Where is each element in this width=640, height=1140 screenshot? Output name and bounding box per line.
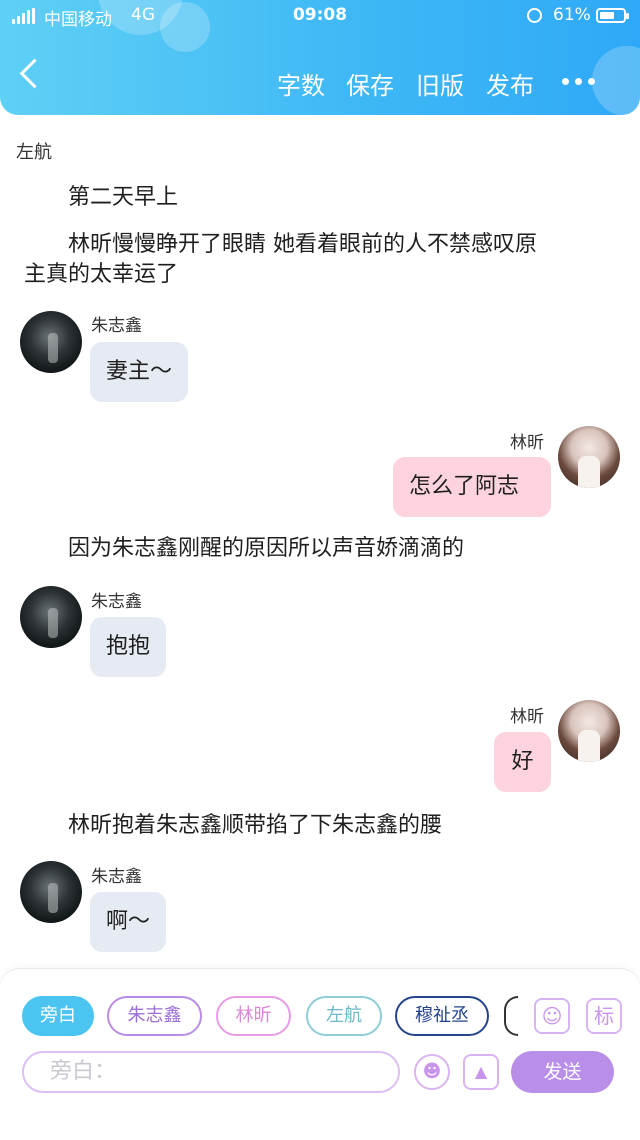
sender-name: 朱志鑫 — [91, 316, 142, 336]
narration-text: 林昕慢慢睁开了眼睛 她看着眼前的人不禁感叹原 — [68, 232, 537, 257]
character-icon[interactable]: ☺ — [534, 998, 570, 1034]
message-bubble[interactable]: 好 — [494, 732, 551, 792]
role-chip[interactable]: 朱志鑫 — [107, 996, 202, 1036]
sender-name: 林昕 — [510, 433, 544, 453]
top-bar: 中国移动 4G 09:08 61% 字数 保存 旧版 发布 — [0, 0, 640, 115]
avatar[interactable] — [20, 861, 82, 923]
save-button[interactable]: 保存 — [346, 66, 394, 101]
image-icon[interactable]: ▲ — [463, 1054, 499, 1090]
message-input[interactable]: 旁白： — [22, 1051, 400, 1093]
more-options-icon[interactable] — [562, 78, 595, 85]
send-button[interactable]: 发送 — [511, 1051, 614, 1093]
role-chip[interactable]: 林昕 — [216, 996, 291, 1036]
battery-icon — [596, 8, 629, 23]
narration-text: 主真的太幸运了 — [24, 262, 179, 287]
sender-name: 朱志鑫 — [91, 592, 142, 612]
message-bubble[interactable]: 抱抱 — [90, 617, 167, 677]
narration-text: 因为朱志鑫刚醒的原因所以声音娇滴滴的 — [68, 536, 465, 561]
battery-percent: 61% — [553, 5, 591, 25]
avatar[interactable] — [558, 700, 620, 762]
role-chip-partial[interactable] — [504, 996, 518, 1036]
status-time: 09:08 — [292, 5, 348, 25]
word-count-button[interactable]: 字数 — [277, 66, 325, 101]
status-bar: 中国移动 4G 09:08 61% — [0, 0, 640, 34]
message-bubble[interactable]: 妻主～ — [90, 342, 189, 402]
role-chip[interactable]: 左航 — [306, 996, 382, 1036]
avatar[interactable] — [558, 426, 620, 488]
mark-icon[interactable]: 标 — [586, 998, 622, 1034]
message-bubble[interactable]: 怎么了阿志 — [393, 457, 551, 517]
narration-text: 林昕抱着朱志鑫顺带掐了下朱志鑫的腰 — [68, 813, 443, 838]
narration-text: 第二天早上 — [68, 185, 179, 210]
sender-name: 朱志鑫 — [91, 867, 142, 887]
avatar[interactable] — [20, 586, 82, 648]
rotation-lock-icon — [527, 8, 542, 23]
sender-name: 林昕 — [510, 707, 544, 727]
role-chip-narration[interactable]: 旁白 — [22, 996, 94, 1036]
back-arrow-icon[interactable] — [19, 58, 50, 89]
avatar[interactable] — [20, 311, 82, 373]
role-chip[interactable]: 穆祉丞 — [395, 996, 489, 1036]
old-version-button[interactable]: 旧版 — [416, 66, 464, 101]
message-bubble[interactable]: 啊～ — [90, 892, 167, 952]
decor-bubble — [592, 46, 640, 115]
emoji-icon[interactable]: ☻ — [414, 1054, 450, 1090]
publish-button[interactable]: 发布 — [486, 66, 534, 101]
author-label: 左航 — [16, 142, 52, 163]
